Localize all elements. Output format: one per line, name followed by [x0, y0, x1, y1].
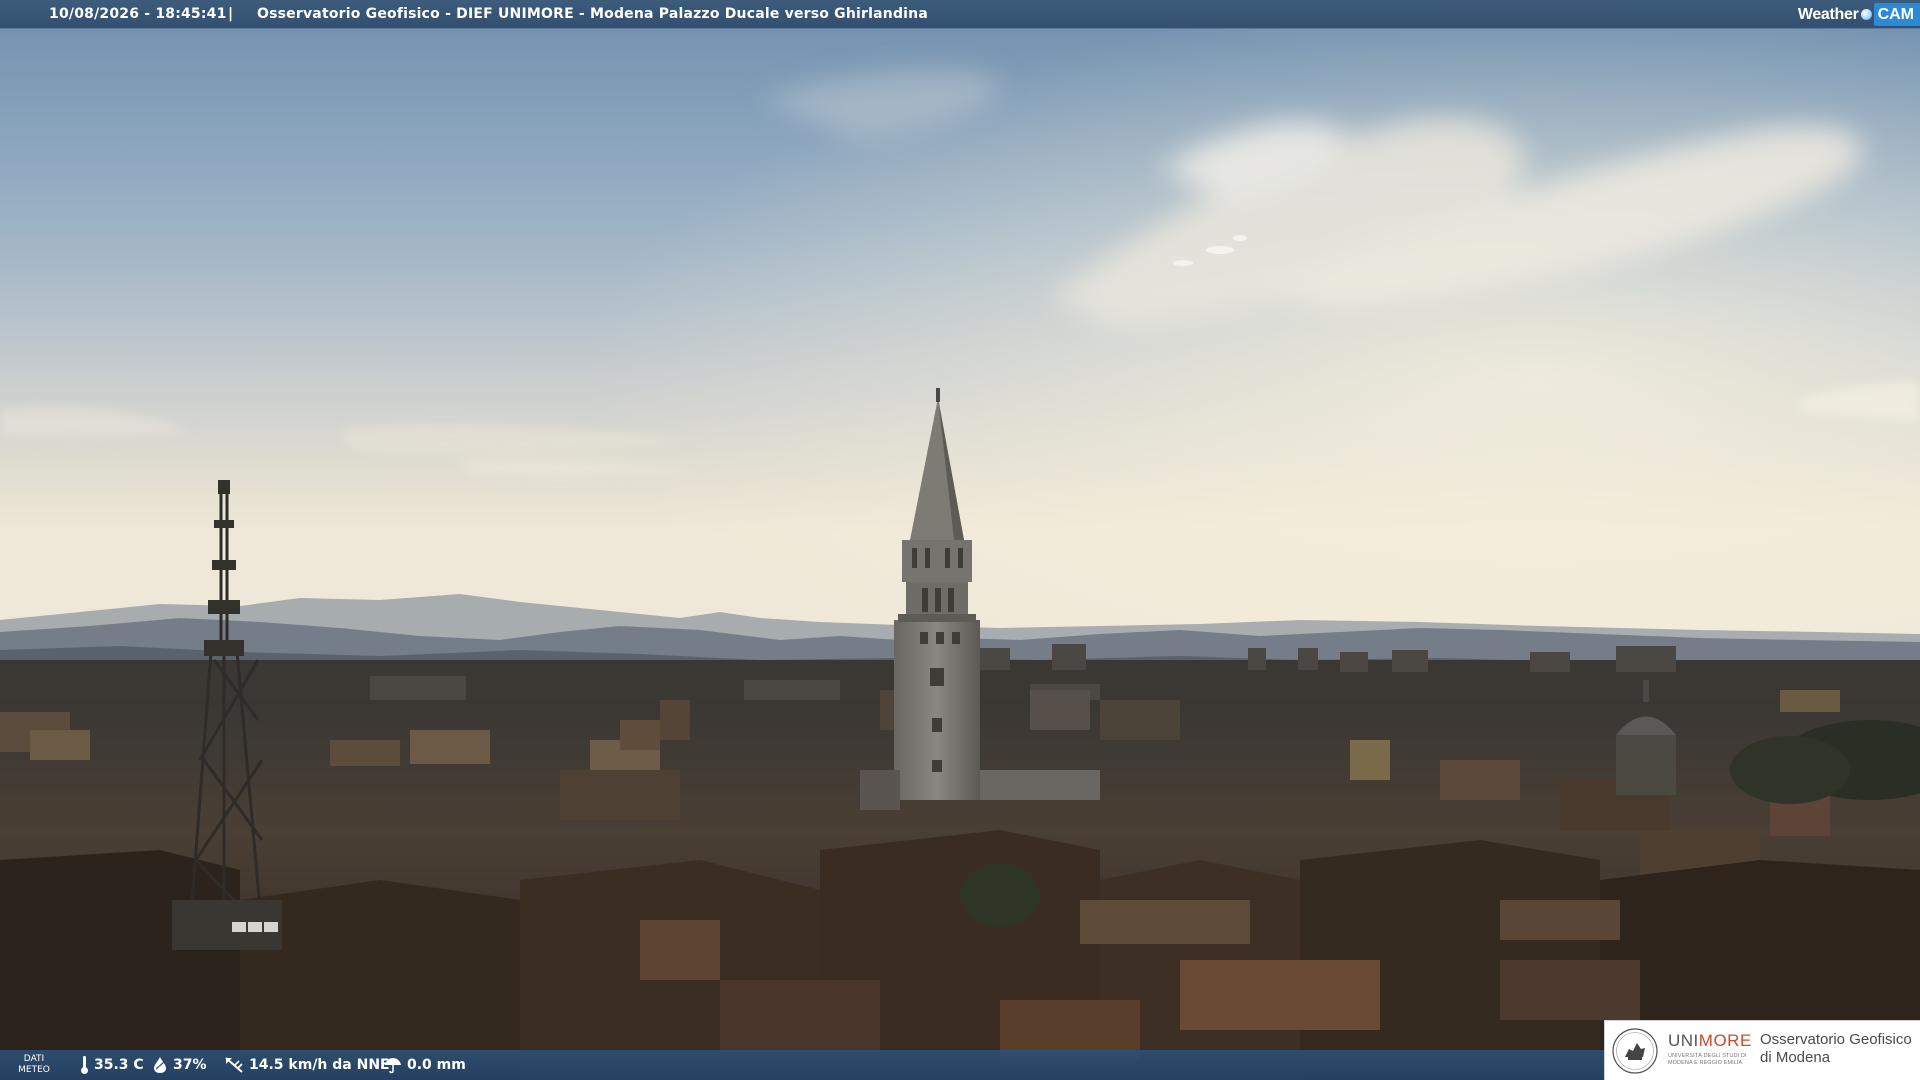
thermometer-icon: [81, 1056, 88, 1074]
brand-cam: CAM: [1873, 3, 1920, 26]
weathercam-logo: Weather CAM: [1798, 0, 1920, 29]
umbrella-icon: [385, 1058, 401, 1074]
brand-word: Weather: [1797, 6, 1859, 23]
rain-value: 0.0 mm: [407, 1057, 466, 1073]
university-name: UNIMORE: [1668, 1031, 1752, 1050]
temperature-value: 35.3 C: [94, 1057, 144, 1073]
webcam-viewer: 10/08/2026 - 18:45:41 | Osservatorio Geo…: [0, 0, 1920, 1080]
university-full-name: UNIVERSITÀ DEGLI STUDI DI MODENA E REGGI…: [1668, 1053, 1747, 1066]
camera-title: Osservatorio Geofisico - DIEF UNIMORE - …: [257, 6, 928, 22]
wind-direction-icon: [225, 1057, 243, 1073]
unimore-logo-box: UNIMORE UNIVERSITÀ DEGLI STUDI DI MODENA…: [1604, 1020, 1920, 1080]
temperature-reading: 35.3 C: [80, 1050, 144, 1080]
weather-data-bar: DATI METEO 35.3 C 37% 14.5 km/h da NNE 0…: [0, 1050, 1604, 1080]
humidity-value: 37%: [173, 1057, 207, 1073]
wind-reading: 14.5 km/h da NNE: [224, 1050, 390, 1080]
humidity-reading: 37%: [152, 1050, 207, 1080]
rain-reading: 0.0 mm: [384, 1050, 466, 1080]
wind-value: 14.5 km/h da NNE: [249, 1057, 390, 1073]
weather-data-label: DATI METEO: [18, 1054, 50, 1075]
title-separator: |: [228, 6, 234, 22]
observatory-name: Osservatorio Geofisico di Modena: [1760, 1031, 1912, 1066]
humidity-drop-icon: [154, 1057, 166, 1073]
webcam-image: [0, 0, 1920, 1080]
brand-dot-icon: [1860, 9, 1872, 20]
timestamp: 10/08/2026 - 18:45:41: [49, 6, 227, 22]
camera-title-bar: 10/08/2026 - 18:45:41 | Osservatorio Geo…: [0, 0, 1920, 29]
university-seal-icon: [1612, 1028, 1658, 1074]
